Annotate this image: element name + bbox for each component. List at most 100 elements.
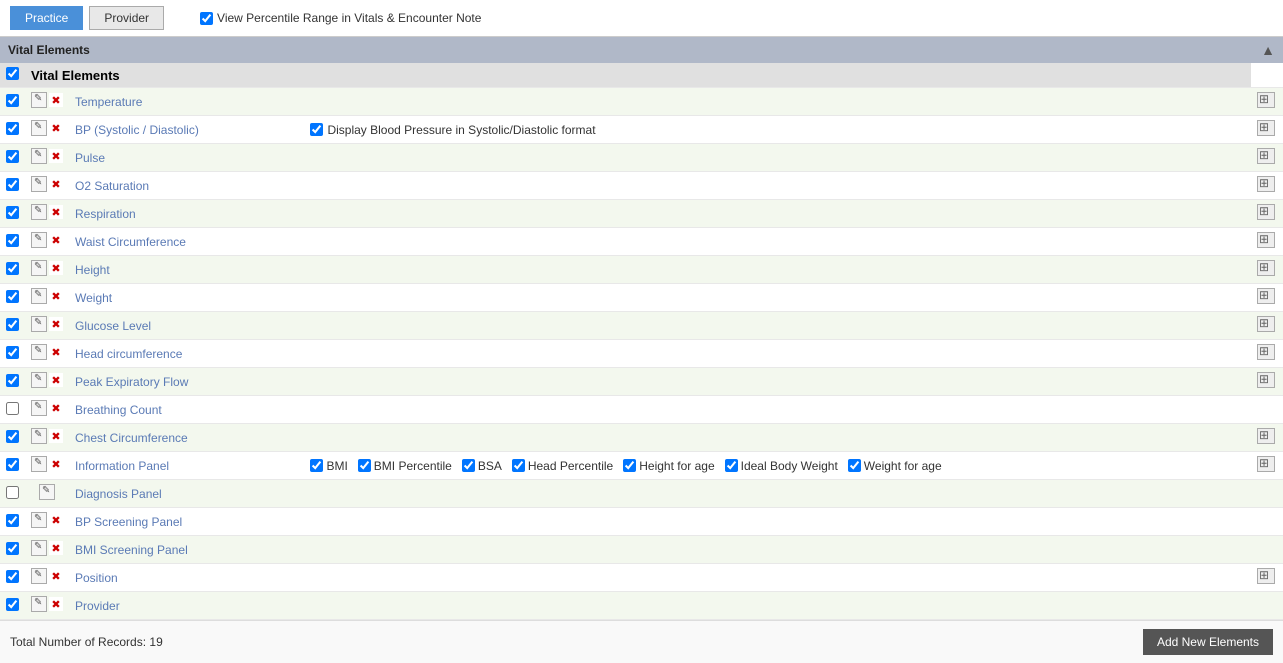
delete-icon[interactable] [49,261,63,275]
row-checkbox[interactable] [6,178,19,191]
info-panel-checks: BMI BMI Percentile BSA Head Percentile H… [310,459,1245,473]
edit-icon[interactable] [31,428,47,444]
tab-provider[interactable]: Provider [89,6,164,30]
edit-icon[interactable] [31,204,47,220]
row-icons [31,92,63,108]
delete-icon[interactable] [49,457,63,471]
edit-icon[interactable] [31,596,47,612]
bsa-check-label[interactable]: BSA [462,459,502,473]
delete-icon[interactable] [49,289,63,303]
delete-icon[interactable] [49,121,63,135]
row-checkbox[interactable] [6,150,19,163]
percentile-checkbox[interactable] [200,12,213,25]
delete-icon[interactable] [49,205,63,219]
percentile-label[interactable]: View Percentile Range in Vitals & Encoun… [200,11,481,25]
edit-icon[interactable] [31,120,47,136]
height-for-age-checkbox[interactable] [623,459,636,472]
move-icon[interactable] [1257,316,1275,332]
row-checkbox[interactable] [6,402,19,415]
bp-format-checkbox[interactable] [310,123,323,136]
delete-icon[interactable] [49,597,63,611]
delete-icon[interactable] [49,569,63,583]
add-new-elements-button[interactable]: Add New Elements [1143,629,1273,655]
edit-icon[interactable] [31,540,47,556]
move-icon[interactable] [1257,92,1275,108]
edit-icon[interactable] [31,148,47,164]
delete-icon[interactable] [49,149,63,163]
row-checkbox[interactable] [6,94,19,107]
row-checkbox[interactable] [6,290,19,303]
move-icon[interactable] [1257,344,1275,360]
delete-icon[interactable] [49,177,63,191]
row-checkbox[interactable] [6,570,19,583]
row-checkbox[interactable] [6,458,19,471]
table-row: Height [0,256,1283,284]
move-icon[interactable] [1257,148,1275,164]
edit-icon[interactable] [31,288,47,304]
move-icon[interactable] [1257,176,1275,192]
bmi-checkbox[interactable] [310,459,323,472]
move-icon[interactable] [1257,288,1275,304]
edit-icon[interactable] [31,344,47,360]
move-icon[interactable] [1257,568,1275,584]
delete-icon[interactable] [49,401,63,415]
weight-for-age-checkbox[interactable] [848,459,861,472]
head-percentile-checkbox[interactable] [512,459,525,472]
delete-icon[interactable] [49,513,63,527]
edit-icon[interactable] [31,372,47,388]
select-all-checkbox[interactable] [6,67,19,80]
edit-icon[interactable] [31,92,47,108]
section-wrapper: Vital Elements ▲ Vital Elements Temperat… [0,37,1283,620]
row-checkbox[interactable] [6,542,19,555]
height-for-age-check-label[interactable]: Height for age [623,459,714,473]
ideal-body-weight-check-label[interactable]: Ideal Body Weight [725,459,838,473]
delete-icon[interactable] [49,93,63,107]
tab-practice[interactable]: Practice [10,6,83,30]
bmi-percentile-checkbox[interactable] [358,459,371,472]
delete-icon[interactable] [49,345,63,359]
row-checkbox[interactable] [6,234,19,247]
row-checkbox[interactable] [6,346,19,359]
delete-icon[interactable] [49,317,63,331]
row-checkbox[interactable] [6,374,19,387]
delete-icon[interactable] [49,233,63,247]
weight-for-age-check-label[interactable]: Weight for age [848,459,942,473]
row-checkbox[interactable] [6,514,19,527]
row-checkbox[interactable] [6,598,19,611]
row-extra [304,396,1251,424]
move-icon[interactable] [1257,428,1275,444]
edit-icon[interactable] [31,400,47,416]
delete-icon[interactable] [49,373,63,387]
move-icon[interactable] [1257,456,1275,472]
row-checkbox[interactable] [6,262,19,275]
delete-icon[interactable] [49,429,63,443]
move-icon[interactable] [1257,232,1275,248]
row-checkbox[interactable] [6,486,19,499]
bmi-check-label[interactable]: BMI [310,459,347,473]
move-icon[interactable] [1257,120,1275,136]
move-icon[interactable] [1257,260,1275,276]
bsa-checkbox[interactable] [462,459,475,472]
delete-icon[interactable] [49,541,63,555]
move-icon[interactable] [1257,204,1275,220]
row-checkbox[interactable] [6,430,19,443]
edit-icon[interactable] [31,568,47,584]
edit-icon[interactable] [39,484,55,500]
row-extra [304,284,1251,312]
edit-icon[interactable] [31,232,47,248]
ideal-body-weight-checkbox[interactable] [725,459,738,472]
move-icon[interactable] [1257,372,1275,388]
bmi-percentile-check-label[interactable]: BMI Percentile [358,459,452,473]
edit-icon[interactable] [31,456,47,472]
head-percentile-check-label[interactable]: Head Percentile [512,459,613,473]
edit-icon[interactable] [31,260,47,276]
edit-icon[interactable] [31,316,47,332]
row-move-cell [1251,480,1283,508]
collapse-icon[interactable]: ▲ [1261,42,1275,58]
edit-icon[interactable] [31,512,47,528]
row-checkbox[interactable] [6,318,19,331]
row-extra [304,144,1251,172]
edit-icon[interactable] [31,176,47,192]
row-checkbox[interactable] [6,122,19,135]
row-checkbox[interactable] [6,206,19,219]
